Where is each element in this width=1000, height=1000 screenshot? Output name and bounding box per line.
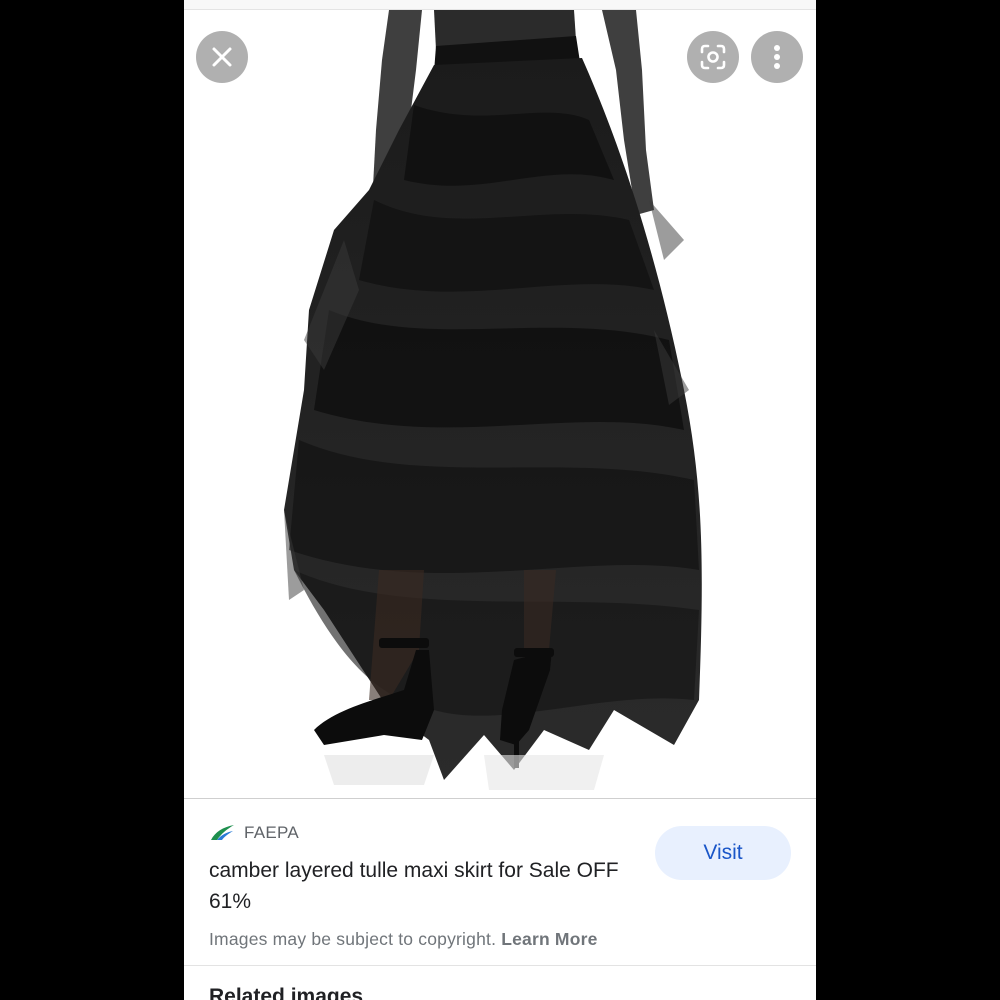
source-row[interactable]: FAEPA: [209, 823, 299, 843]
related-images-heading: Related images: [209, 985, 364, 1000]
product-photo: [284, 10, 702, 790]
close-icon: [212, 47, 232, 67]
more-vertical-icon: [774, 45, 780, 69]
copyright-text: Images may be subject to copyright.: [209, 929, 497, 949]
source-name: FAEPA: [244, 823, 300, 842]
source-logo-icon: [211, 825, 234, 840]
lens-icon: [700, 44, 726, 70]
result-info-panel: FAEPA camber layered tulle maxi skirt fo…: [184, 799, 816, 965]
lens-button[interactable]: [687, 31, 739, 83]
more-options-button[interactable]: [751, 31, 803, 83]
copyright-notice: Images may be subject to copyright. Lear…: [209, 929, 598, 950]
learn-more-link[interactable]: Learn More: [501, 929, 597, 949]
image-viewer[interactable]: [184, 10, 816, 798]
close-button[interactable]: [196, 31, 248, 83]
top-edge: [184, 0, 816, 10]
visit-button[interactable]: Visit: [655, 826, 791, 880]
phone-screen: FAEPA camber layered tulle maxi skirt fo…: [184, 0, 816, 1000]
info-divider: [184, 965, 816, 966]
result-title[interactable]: camber layered tulle maxi skirt for Sale…: [209, 855, 629, 917]
